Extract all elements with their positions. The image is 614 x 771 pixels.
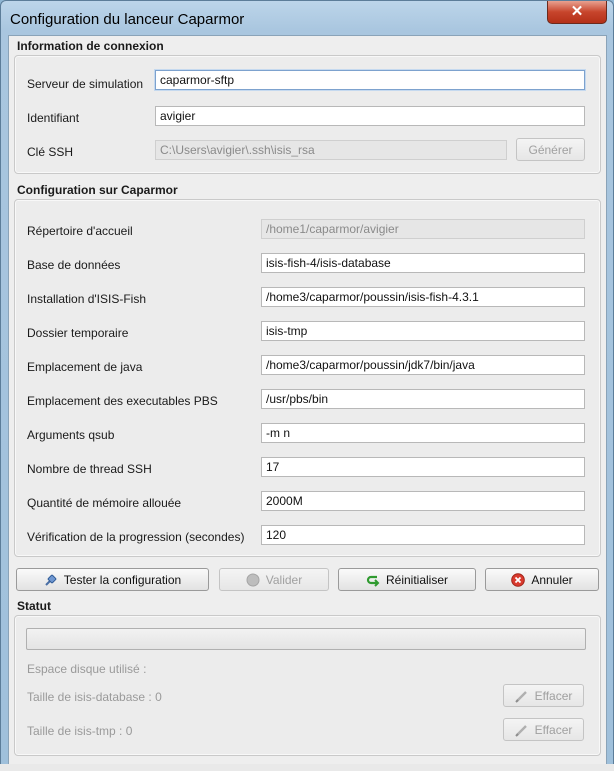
config-row-label: Installation d'ISIS-Fish bbox=[27, 292, 147, 306]
config-row-input[interactable] bbox=[261, 253, 585, 273]
config-row-label: Vérification de la progression (secondes… bbox=[27, 530, 245, 544]
config-row-input[interactable] bbox=[261, 457, 585, 477]
config-row-input[interactable] bbox=[261, 389, 585, 409]
reset-label: Réinitialiser bbox=[385, 572, 449, 587]
disk-usage-label: Espace disque utilisé : bbox=[27, 662, 147, 676]
ssh-label: Clé SSH bbox=[27, 145, 74, 159]
progress-bar bbox=[26, 628, 586, 650]
reset-icon bbox=[366, 573, 380, 587]
generate-button: Générer bbox=[516, 138, 585, 161]
reset-button[interactable]: Réinitialiser bbox=[338, 568, 476, 591]
config-row-label: Quantité de mémoire allouée bbox=[27, 496, 182, 510]
connexion-section-title: Information de connexion bbox=[17, 39, 164, 53]
config-row-input[interactable] bbox=[261, 355, 585, 375]
dialog-content: Information de connexion Serveur de simu… bbox=[8, 35, 607, 765]
validate-label: Valider bbox=[265, 572, 303, 587]
config-row-input[interactable] bbox=[261, 491, 585, 511]
close-button[interactable]: ✕ bbox=[547, 1, 607, 24]
validate-icon bbox=[246, 573, 260, 587]
config-row-input[interactable] bbox=[261, 423, 585, 443]
test-config-label: Tester la configuration bbox=[63, 572, 182, 587]
eraser-icon bbox=[514, 723, 529, 737]
db-size-label: Taille de isis-database : 0 bbox=[27, 690, 162, 704]
validate-button: Valider bbox=[219, 568, 329, 591]
server-input[interactable] bbox=[155, 70, 585, 90]
config-row-label: Arguments qsub bbox=[27, 428, 115, 442]
close-icon: ✕ bbox=[570, 3, 584, 20]
connexion-panel: Serveur de simulation Identifiant Clé SS… bbox=[14, 55, 601, 174]
status-section-title: Statut bbox=[17, 599, 51, 613]
server-label: Serveur de simulation bbox=[27, 77, 144, 91]
clear-db-button: Effacer bbox=[503, 684, 584, 707]
cancel-label: Annuler bbox=[531, 572, 573, 587]
cancel-button[interactable]: Annuler bbox=[485, 568, 599, 591]
config-row-label: Emplacement de java bbox=[27, 360, 143, 374]
config-row-input[interactable] bbox=[261, 321, 585, 341]
id-input[interactable] bbox=[155, 106, 585, 126]
config-row-label: Dossier temporaire bbox=[27, 326, 129, 340]
tmp-size-label: Taille de isis-tmp : 0 bbox=[27, 724, 133, 738]
config-row-input[interactable] bbox=[261, 287, 585, 307]
generate-label: Générer bbox=[528, 142, 573, 157]
config-row-label: Base de données bbox=[27, 258, 121, 272]
config-window: Configuration du lanceur Caparmor ✕ Info… bbox=[0, 0, 614, 771]
config-panel: Répertoire d'accueil Base de données Insta… bbox=[14, 199, 601, 557]
clear-tmp-label: Effacer bbox=[534, 722, 573, 737]
plug-icon bbox=[44, 573, 58, 587]
clear-tmp-button: Effacer bbox=[503, 718, 584, 741]
test-config-button[interactable]: Tester la configuration bbox=[16, 568, 209, 591]
cancel-icon bbox=[511, 572, 526, 587]
eraser-icon bbox=[514, 689, 529, 703]
ssh-key-input bbox=[155, 140, 507, 160]
config-row-input bbox=[261, 219, 585, 239]
config-row-label: Nombre de thread SSH bbox=[27, 462, 152, 476]
config-row-input[interactable] bbox=[261, 525, 585, 545]
config-row-label: Emplacement des executables PBS bbox=[27, 394, 218, 408]
id-label: Identifiant bbox=[27, 111, 80, 125]
config-row-label: Répertoire d'accueil bbox=[27, 224, 133, 238]
config-section-title: Configuration sur Caparmor bbox=[17, 183, 178, 197]
background-strip bbox=[0, 764, 614, 771]
clear-db-label: Effacer bbox=[534, 688, 573, 703]
window-title: Configuration du lanceur Caparmor bbox=[10, 11, 245, 28]
title-bar[interactable]: Configuration du lanceur Caparmor ✕ bbox=[1, 1, 613, 35]
